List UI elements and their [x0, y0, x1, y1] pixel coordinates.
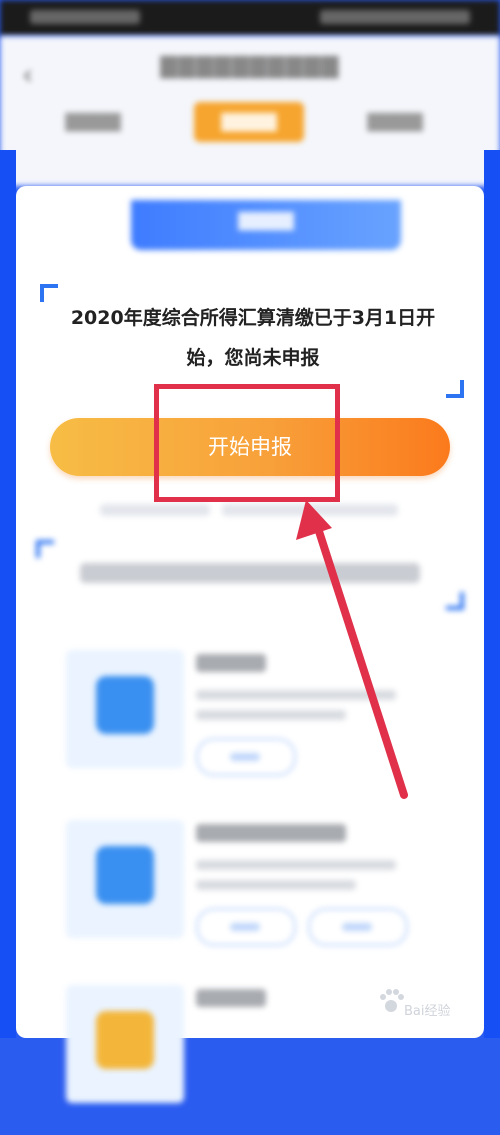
tab-right[interactable]: ▇▇▇▇ — [340, 102, 450, 142]
notice-line-2: 始，您尚未申报 — [186, 347, 320, 369]
corner-bracket-icon — [40, 284, 58, 302]
frame-left — [0, 150, 16, 1038]
status-bar — [0, 0, 500, 36]
page-title: ▇▇▇▇▇▇▇▇▇▇ — [160, 54, 340, 79]
module-desc — [196, 690, 396, 700]
document-icon — [96, 846, 154, 904]
hint-text — [222, 504, 398, 516]
status-left-info — [30, 10, 140, 24]
paw-logo-icon — [380, 989, 404, 1012]
module-desc — [196, 880, 356, 890]
module-title — [196, 989, 266, 1007]
module-button[interactable] — [196, 738, 296, 776]
corner-bracket-icon — [446, 592, 464, 610]
module-image — [66, 820, 184, 938]
watermark-text: Bai经验 — [404, 1004, 451, 1019]
card-header-text: ▇▇▇▇ — [238, 210, 294, 231]
corner-bracket-icon — [446, 380, 464, 398]
frame-right — [484, 150, 500, 1038]
module-title — [196, 824, 346, 842]
module-button[interactable] — [196, 908, 296, 946]
tax-icon — [96, 676, 154, 734]
module-image — [66, 985, 184, 1103]
hint-text — [100, 504, 210, 516]
page-header: ‹ ▇▇▇▇▇▇▇▇▇▇ ▇▇▇▇ ▇▇▇▇ ▇▇▇▇ — [0, 36, 500, 186]
module-desc — [196, 860, 396, 870]
status-right-info — [320, 10, 470, 24]
list-item[interactable] — [60, 820, 440, 970]
highlight-box — [154, 384, 340, 502]
tab-active[interactable]: ▇▇▇▇ — [194, 102, 304, 142]
module-title — [196, 654, 266, 672]
list-item[interactable] — [60, 650, 440, 800]
tab-left[interactable]: ▇▇▇▇ — [38, 102, 148, 142]
coin-icon — [96, 1011, 154, 1069]
module-desc — [196, 710, 346, 720]
module-image — [66, 650, 184, 768]
section-title — [80, 563, 420, 583]
notice-line-1: 2020年度综合所得汇算清缴已于3月1日开 — [70, 307, 436, 329]
card-header-band: ▇▇▇▇ — [131, 200, 401, 250]
corner-bracket-icon — [36, 540, 54, 558]
module-button[interactable] — [308, 908, 408, 946]
